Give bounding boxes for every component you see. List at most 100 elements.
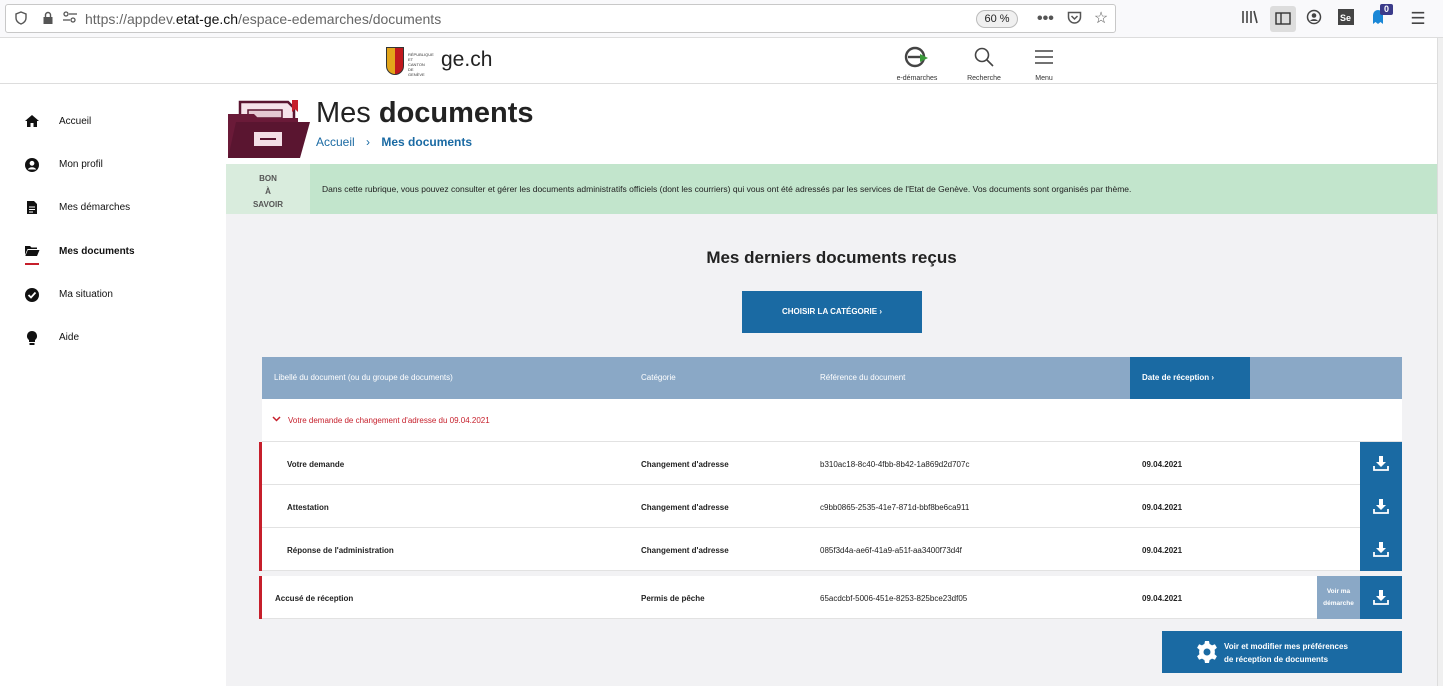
more-actions-icon[interactable]: ••• <box>1037 11 1054 27</box>
sidebar-item-mon-profil[interactable]: Mon profil <box>0 151 226 181</box>
cell-categorie: Changement d'adresse <box>641 503 729 512</box>
documents-folder-illustration <box>226 98 312 160</box>
download-icon <box>1373 542 1389 557</box>
cell-categorie: Permis de pêche <box>641 594 705 603</box>
download-button[interactable] <box>1360 576 1402 619</box>
menu-icon <box>1014 46 1074 73</box>
cell-libelle: Accusé de réception <box>275 594 354 603</box>
sidebar-item-accueil[interactable]: Accueil <box>0 108 226 138</box>
cell-date: 09.04.2021 <box>1142 546 1183 555</box>
table-row: Votre demande Changement d'adresse b310a… <box>259 442 1402 485</box>
sidebar-item-ma-situation[interactable]: Ma situation <box>0 281 226 311</box>
menu-button[interactable]: Menu <box>1014 46 1074 82</box>
breadcrumb-current: Mes documents <box>381 135 473 149</box>
edemarches-icon <box>887 46 947 73</box>
lock-icon[interactable] <box>40 11 56 27</box>
account-icon[interactable] <box>1304 9 1324 29</box>
bon-a-savoir-label: BON À SAVOIR <box>226 164 310 214</box>
cell-date: 09.04.2021 <box>1142 503 1183 512</box>
table-row: Attestation Changement d'adresse c9bb086… <box>259 485 1402 528</box>
site-logo-text[interactable]: ge.ch <box>441 48 492 72</box>
cell-reference: 65acdcbf-5006-451e-8253-825bce23df05 <box>820 594 968 603</box>
hamburger-menu-icon[interactable]: ☰ <box>1408 9 1428 29</box>
download-button[interactable] <box>1360 442 1402 485</box>
home-icon <box>24 114 40 130</box>
download-icon <box>1373 456 1389 471</box>
user-icon <box>24 157 40 173</box>
sidebar-label-aide: Aide <box>59 332 80 343</box>
search-label: Recherche <box>967 75 1001 82</box>
breadcrumb: Accueil › Mes documents <box>316 135 472 149</box>
group-indicator-bar <box>259 485 262 528</box>
cell-date: 09.04.2021 <box>1142 594 1183 603</box>
info-banner: BON À SAVOIR Dans cette rubrique, vous p… <box>226 164 1437 214</box>
document-group-row[interactable]: Votre demande de changement d'adresse du… <box>262 399 1402 442</box>
cell-reference: 085f3d4a-ae6f-41a9-a51f-aa3400f73d4f <box>820 546 962 555</box>
voir-demarche-button[interactable]: Voir ma démarche <box>1317 576 1360 619</box>
section-title: Mes derniers documents reçus <box>706 248 957 267</box>
bookmark-star-icon[interactable]: ☆ <box>1093 11 1109 27</box>
table-row: Réponse de l'administration Changement d… <box>259 528 1402 571</box>
download-icon <box>1373 590 1389 605</box>
cell-reference: c9bb0865-2535-41e7-871d-bbf8be6ca911 <box>820 503 970 512</box>
pocket-icon[interactable] <box>1066 11 1082 27</box>
svg-text:Se: Se <box>1340 13 1351 23</box>
sidebar-item-aide[interactable]: Aide <box>0 324 226 354</box>
breadcrumb-accueil-link[interactable]: Accueil <box>316 135 355 149</box>
sidebar-item-mes-demarches[interactable]: Mes démarches <box>0 194 226 224</box>
edemarches-button[interactable]: e-démarches <box>887 46 947 82</box>
sidebar-label-accueil: Accueil <box>59 116 92 127</box>
download-icon <box>1373 499 1389 514</box>
header-libelle: Libellé du document (ou du groupe de doc… <box>274 373 453 382</box>
cell-libelle: Attestation <box>287 503 329 512</box>
site-header: RÉPUBLIQUE ET CANTON DE GENÈVE ge.ch e-d… <box>0 38 1437 84</box>
row-indicator-bar <box>259 576 262 619</box>
folder-open-icon <box>24 244 40 260</box>
shield-icon[interactable] <box>13 11 29 27</box>
gear-icon <box>1197 641 1217 663</box>
choose-category-button[interactable]: CHOISIR LA CATÉGORIE › <box>742 291 922 333</box>
search-button[interactable]: Recherche <box>954 46 1014 82</box>
extension-count-badge: 0 <box>1380 4 1393 15</box>
url-text[interactable]: https://appdev.etat-ge.ch/espace-edemarc… <box>85 11 441 27</box>
download-button[interactable] <box>1360 528 1402 571</box>
page-title: Mes documents <box>316 97 534 129</box>
active-indicator <box>25 263 39 265</box>
download-button[interactable] <box>1360 485 1402 528</box>
cell-categorie: Changement d'adresse <box>641 460 729 469</box>
browser-toolbar: https://appdev.etat-ge.ch/espace-edemarc… <box>0 0 1443 38</box>
edemarches-label: e-démarches <box>896 75 938 82</box>
table-header: Libellé du document (ou du groupe de doc… <box>262 357 1402 399</box>
main-content: Mes documents Accueil › Mes documents BO… <box>226 84 1437 686</box>
address-bar[interactable]: https://appdev.etat-ge.ch/espace-edemarc… <box>5 4 1116 33</box>
page-permissions-icon[interactable] <box>62 11 78 27</box>
geneva-crest-logo[interactable] <box>386 47 404 75</box>
header-date-sort-button[interactable]: Date de réception › <box>1130 357 1250 399</box>
cell-libelle: Réponse de l'administration <box>287 546 394 555</box>
menu-label: Menu <box>1035 75 1053 82</box>
header-reference: Référence du document <box>820 373 906 382</box>
sidebar-label-ma-situation: Ma situation <box>59 289 113 300</box>
group-title: Votre demande de changement d'adresse du… <box>288 416 490 425</box>
sidebar-item-mes-documents[interactable]: Mes documents <box>0 238 226 268</box>
library-icon[interactable] <box>1240 9 1260 29</box>
cell-reference: b310ac18-8c40-4fbb-8b42-1a869d2d707c <box>820 460 970 469</box>
sidebar-label-mes-demarches: Mes démarches <box>59 202 131 213</box>
sidebar-label-mon-profil: Mon profil <box>59 159 103 170</box>
preferences-button[interactable]: Voir et modifier mes préférences de réce… <box>1162 631 1402 673</box>
page-scrollbar[interactable] <box>1437 38 1443 686</box>
cell-date: 09.04.2021 <box>1142 460 1183 469</box>
group-indicator-bar <box>259 442 262 485</box>
cell-libelle: Votre demande <box>287 460 345 469</box>
sidebar-label-mes-documents: Mes documents <box>59 246 135 257</box>
cell-categorie: Changement d'adresse <box>641 546 729 555</box>
breadcrumb-separator: › <box>366 135 371 149</box>
info-text: Dans cette rubrique, vous pouvez consult… <box>322 184 1132 194</box>
table-row: Accusé de réception Permis de pêche 65ac… <box>259 576 1402 619</box>
search-icon <box>954 46 1014 73</box>
chevron-down-icon[interactable] <box>272 414 281 424</box>
selenium-extension-icon[interactable]: Se <box>1336 9 1356 29</box>
check-circle-icon <box>24 287 40 303</box>
reader-sidebar-icon[interactable] <box>1270 6 1296 32</box>
zoom-level-badge[interactable]: 60 % <box>976 10 1018 28</box>
